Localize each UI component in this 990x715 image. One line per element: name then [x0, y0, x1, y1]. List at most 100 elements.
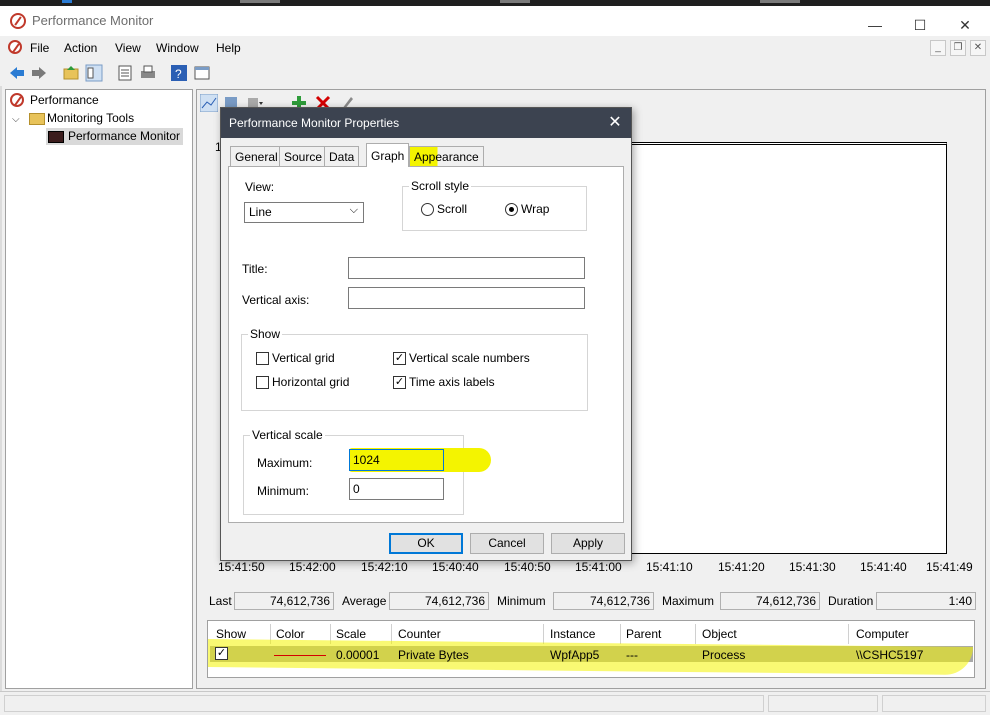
row-instance: WpfApp5 — [550, 648, 600, 662]
menu-action[interactable]: Action — [64, 41, 97, 55]
legend-header-object[interactable]: Object — [702, 627, 737, 641]
row-scale: 0.00001 — [336, 648, 380, 662]
time-axis-tick: 15:41:00 — [575, 560, 622, 574]
scroll-radio[interactable] — [421, 203, 434, 216]
menu-view[interactable]: View — [115, 41, 141, 55]
wrap-radio[interactable] — [505, 203, 518, 216]
tree-item-monitoring-tools[interactable]: ⌵ Monitoring Tools — [12, 111, 134, 125]
mmc-view-icon[interactable] — [193, 64, 211, 82]
horizontal-grid-checkbox[interactable] — [256, 376, 269, 389]
tree-item-performance[interactable]: Performance — [10, 93, 99, 107]
stat-maximum-label: Maximum — [662, 594, 715, 608]
perfmon-node-icon — [10, 93, 24, 107]
close-button[interactable]: ✕ — [942, 12, 988, 38]
time-axis-tick: 15:40:40 — [432, 560, 479, 574]
folder-icon — [29, 113, 45, 125]
legend-header-parent[interactable]: Parent — [626, 627, 661, 641]
navigation-tree: Performance ⌵ Monitoring Tools Performan… — [5, 89, 193, 689]
minimize-button[interactable]: — — [852, 12, 898, 38]
vertical-grid-label[interactable]: Vertical grid — [272, 351, 335, 365]
cancel-button[interactable]: Cancel — [470, 533, 544, 554]
counter-color-swatch — [274, 655, 326, 656]
svg-text:?: ? — [175, 67, 182, 81]
maximum-input[interactable]: 1024 — [349, 449, 444, 471]
wrap-radio-label[interactable]: Wrap — [521, 202, 549, 216]
time-axis-tick: 15:41:49 — [926, 560, 973, 574]
title-input[interactable] — [348, 257, 585, 279]
vertical-scale-group: Vertical scale Maximum: 1024 Minimum: 0 — [243, 428, 491, 515]
maximize-button[interactable]: ☐ — [897, 12, 943, 38]
status-pane — [4, 695, 764, 712]
column-divider[interactable] — [848, 624, 849, 644]
dialog-close-button[interactable]: ✕ — [603, 112, 627, 134]
tab-source[interactable]: Source — [279, 146, 328, 166]
tree-label-performance-monitor: Performance Monitor — [68, 129, 181, 143]
tab-general[interactable]: General — [230, 146, 283, 166]
column-divider[interactable] — [695, 624, 696, 644]
apply-button[interactable]: Apply — [551, 533, 625, 554]
vertical-axis-label: Vertical axis: — [242, 293, 310, 307]
menu-bar: File Action View Window Help _ ❐ ✕ — [0, 36, 990, 60]
time-axis-tick: 15:42:00 — [289, 560, 336, 574]
view-select-value: Line — [249, 205, 272, 219]
forward-arrow-icon[interactable] — [30, 64, 48, 82]
legend-header-counter[interactable]: Counter — [398, 627, 441, 641]
mdi-restore-button[interactable]: ❐ — [950, 40, 966, 56]
help-icon[interactable]: ? — [170, 64, 188, 82]
legend-header-computer[interactable]: Computer — [856, 627, 909, 641]
menu-window[interactable]: Window — [156, 41, 199, 55]
tab-data[interactable]: Data — [324, 146, 360, 166]
minimum-label: Minimum: — [257, 484, 310, 498]
show-checkbox[interactable]: ✓ — [215, 647, 228, 660]
system-menu-icon[interactable] — [8, 40, 22, 54]
stat-minimum-label: Minimum — [497, 594, 546, 608]
vertical-axis-input[interactable] — [348, 287, 585, 309]
row-computer: \\CSHC5197 — [856, 648, 924, 662]
column-divider[interactable] — [543, 624, 544, 644]
show-hide-tree-icon[interactable] — [85, 64, 103, 82]
stat-average-label: Average — [342, 594, 387, 608]
time-axis-labels-checkbox[interactable]: ✓ — [393, 376, 406, 389]
scroll-radio-label[interactable]: Scroll — [437, 202, 467, 216]
tab-graph[interactable]: Graph — [366, 143, 410, 167]
menu-file[interactable]: File — [30, 41, 49, 55]
view-select[interactable]: Line ⌵ — [244, 202, 364, 223]
menu-help[interactable]: Help — [216, 41, 241, 55]
ok-button[interactable]: OK — [389, 533, 463, 554]
chevron-down-icon[interactable]: ⌵ — [12, 114, 20, 125]
time-axis-labels-label[interactable]: Time axis labels — [409, 375, 495, 389]
title-bar: Performance Monitor — ☐ ✕ — [0, 6, 990, 36]
stat-duration-label: Duration — [828, 594, 874, 608]
scroll-style-label: Scroll style — [409, 179, 472, 193]
view-graph-icon[interactable] — [200, 94, 218, 112]
strip-mark — [760, 0, 800, 3]
mdi-minimize-button[interactable]: _ — [930, 40, 946, 56]
show-group: Show Vertical grid Horizontal grid ✓ Ver… — [241, 327, 588, 411]
tree-item-performance-monitor[interactable]: Performance Monitor — [46, 128, 184, 145]
mdi-close-button[interactable]: ✕ — [970, 40, 986, 56]
tab-appearance[interactable]: Appearance — [409, 146, 484, 166]
dialog-title-bar[interactable]: Performance Monitor Properties ✕ — [221, 108, 631, 138]
vertical-grid-checkbox[interactable] — [256, 352, 269, 365]
vertical-scale-numbers-checkbox[interactable]: ✓ — [393, 352, 406, 365]
maximum-label: Maximum: — [257, 456, 313, 470]
horizontal-grid-label[interactable]: Horizontal grid — [272, 375, 349, 389]
graph-tab-panel: View: Line ⌵ Scroll style Scroll Wrap Ti… — [228, 166, 624, 523]
up-folder-icon[interactable] — [62, 64, 80, 82]
stat-last-label: Last — [209, 594, 232, 608]
vertical-scale-label: Vertical scale — [250, 428, 325, 442]
row-counter: Private Bytes — [398, 648, 469, 662]
status-bar — [0, 691, 990, 715]
dialog-title: Performance Monitor Properties — [229, 116, 400, 130]
status-pane — [768, 695, 878, 712]
legend-header-scale[interactable]: Scale — [336, 627, 366, 641]
minimum-input[interactable]: 0 — [349, 478, 444, 500]
back-arrow-icon[interactable] — [8, 64, 26, 82]
vertical-scale-numbers-label[interactable]: Vertical scale numbers — [409, 351, 530, 365]
column-divider[interactable] — [620, 624, 621, 644]
print-icon[interactable] — [139, 64, 157, 82]
properties-icon[interactable] — [116, 64, 134, 82]
scroll-style-group: Scroll style Scroll Wrap — [402, 179, 587, 231]
legend-header-instance[interactable]: Instance — [550, 627, 595, 641]
time-axis-tick: 15:42:10 — [361, 560, 408, 574]
